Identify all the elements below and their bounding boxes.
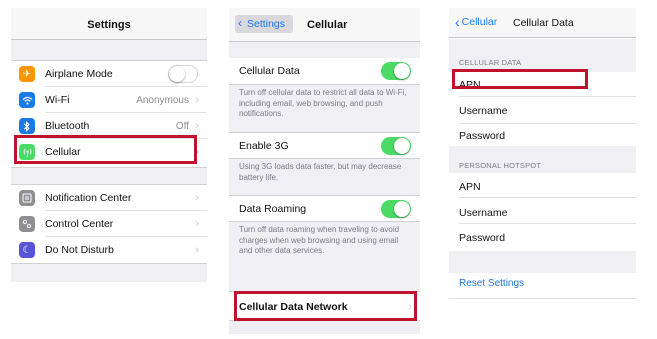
airplane-icon: ✈: [19, 66, 35, 82]
cellular-data-section-bg: [449, 39, 636, 72]
cellular-screen: ‹ Settings Cellular Cellular Data Turn o…: [229, 8, 420, 334]
cellular-data-row: Cellular Data: [229, 58, 420, 85]
cellular-data-network-highlight-box: [234, 291, 417, 321]
control-center-icon: [19, 216, 35, 232]
cellular-data-setting: Cellular Data: [229, 58, 420, 84]
page-title: Cellular Data: [513, 17, 574, 29]
settings-item-label: Wi-Fi: [45, 94, 70, 106]
hotspot-fields: APN Username Password: [449, 173, 636, 251]
page-title: Cellular: [307, 19, 348, 31]
chevron-left-icon: ‹: [455, 14, 460, 30]
settings-group-system: Notification Center › Control Center › ☾…: [11, 184, 207, 264]
page-title: Settings: [87, 19, 131, 31]
data-roaming-label: Data Roaming: [239, 203, 307, 215]
enable-3g-setting: Enable 3G: [229, 133, 420, 159]
data-roaming-toggle[interactable]: [381, 200, 411, 218]
data-roaming-description: Turn off data roaming when traveling to …: [239, 225, 400, 255]
cellular-data-toggle[interactable]: [381, 62, 411, 80]
section-header-personal-hotspot: PERSONAL HOTSPOT: [459, 161, 542, 170]
wifi-network-value: Anonymous: [136, 94, 189, 106]
do-not-disturb-icon: ☾: [19, 242, 35, 258]
notification-center-icon: [19, 190, 35, 206]
reset-settings-button[interactable]: Reset Settings: [459, 278, 524, 289]
data-roaming-row: Data Roaming: [229, 195, 420, 222]
hotspot-password-label: Password: [459, 232, 506, 244]
wifi-icon: [19, 92, 35, 108]
back-button-label: Cellular: [461, 16, 498, 28]
hotspot-username-field[interactable]: Username: [449, 199, 636, 224]
enable-3g-label: Enable 3G: [239, 140, 289, 152]
chevron-left-icon: ‹: [238, 16, 242, 30]
hotspot-apn-field[interactable]: APN: [449, 173, 636, 198]
settings-item-label: Control Center: [45, 218, 114, 230]
airplane-mode-toggle[interactable]: [168, 65, 198, 83]
username-label: Username: [459, 105, 508, 117]
cellular-navbar: ‹ Settings Cellular: [229, 8, 420, 42]
settings-screen: Settings ✈ Airplane Mode Wi-Fi Anonymous…: [11, 8, 207, 282]
chevron-right-icon: ›: [195, 94, 199, 106]
settings-item-label: Bluetooth: [45, 120, 90, 132]
username-field[interactable]: Username: [449, 99, 636, 124]
back-button[interactable]: ‹ Settings: [235, 15, 293, 33]
chevron-right-icon: ›: [195, 244, 199, 256]
chevron-right-icon: ›: [195, 192, 199, 204]
apn-highlight-box: [452, 69, 588, 89]
enable-3g-toggle[interactable]: [381, 137, 411, 155]
hotspot-password-field[interactable]: Password: [449, 225, 636, 250]
settings-item-label: Do Not Disturb: [45, 244, 114, 256]
enable-3g-row: Enable 3G: [229, 132, 420, 159]
cellular-data-screen: ‹ Cellular Cellular Data CELLULAR DATA A…: [449, 8, 636, 309]
cellular-data-navbar: ‹ Cellular Cellular Data: [449, 8, 636, 38]
bluetooth-status-value: Off: [175, 120, 189, 132]
data-roaming-setting: Data Roaming: [229, 196, 420, 222]
settings-item-wifi[interactable]: Wi-Fi Anonymous ›: [11, 87, 207, 113]
settings-item-notification-center[interactable]: Notification Center ›: [11, 185, 207, 211]
password-label: Password: [459, 130, 506, 142]
section-header-cellular-data: CELLULAR DATA: [459, 58, 522, 67]
reset-settings-row[interactable]: Reset Settings: [449, 273, 636, 299]
back-button[interactable]: ‹ Cellular: [455, 14, 498, 30]
cellular-data-label: Cellular Data: [239, 65, 300, 77]
settings-item-label: Notification Center: [45, 192, 132, 204]
settings-navbar: Settings: [11, 8, 207, 40]
enable-3g-description: Using 3G loads data faster, but may decr…: [239, 162, 402, 182]
back-button-label: Settings: [247, 18, 285, 30]
chevron-right-icon: ›: [195, 218, 199, 230]
cellular-highlight-box: [14, 135, 197, 164]
reset-section-bg: [449, 251, 636, 273]
settings-item-airplane-mode[interactable]: ✈ Airplane Mode: [11, 61, 207, 87]
settings-item-control-center[interactable]: Control Center ›: [11, 211, 207, 237]
bluetooth-icon: [19, 118, 35, 134]
hotspot-apn-label: APN: [459, 181, 481, 193]
settings-item-do-not-disturb[interactable]: ☾ Do Not Disturb ›: [11, 237, 207, 263]
settings-item-label: Airplane Mode: [45, 68, 113, 80]
cellular-data-description: Turn off cellular data to restrict all d…: [239, 88, 407, 118]
chevron-right-icon: ›: [195, 120, 199, 132]
hotspot-username-label: Username: [459, 207, 508, 219]
